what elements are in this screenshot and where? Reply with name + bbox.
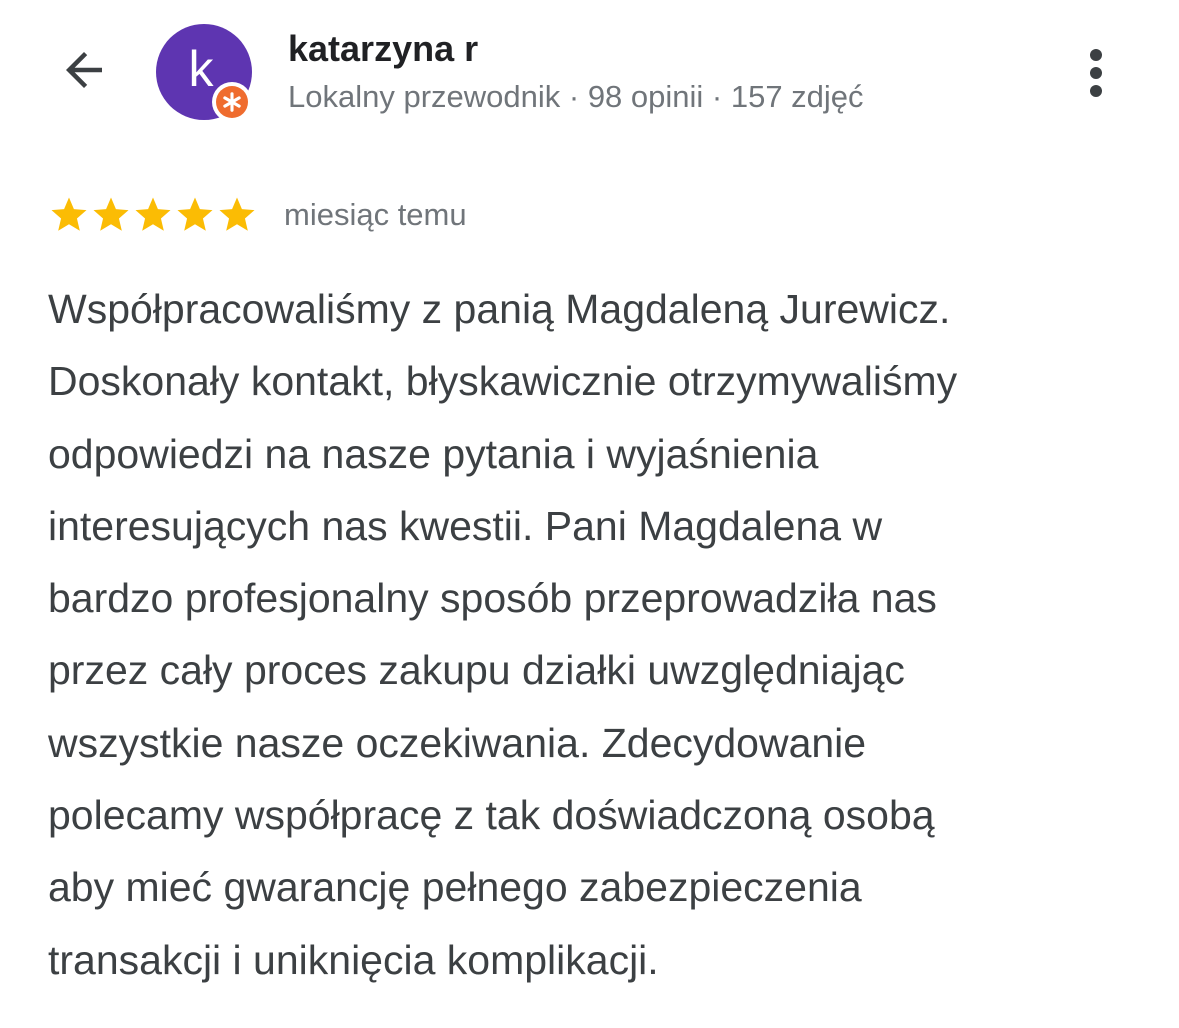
- star-icon: [177, 197, 213, 231]
- star-icon: [219, 197, 255, 231]
- more-vert-icon: [1090, 49, 1102, 97]
- more-options-button[interactable]: [1066, 40, 1126, 106]
- review-text: Współpracowaliśmy z panią Magdaleną Jure…: [48, 273, 1158, 996]
- rating-row: miesiąc temu: [48, 190, 467, 240]
- review-text-line: wszystkie nasze oczekiwania. Zdecydowani…: [48, 719, 867, 766]
- star-rating: [48, 194, 258, 236]
- review-text-line: interesujących nas kwestii. Pani Magdale…: [48, 502, 883, 549]
- review-date: miesiąc temu: [284, 197, 467, 232]
- review-text-line: odpowiedzi na nasze pytania i wyjaśnieni…: [48, 430, 819, 477]
- star-icon: [93, 197, 129, 231]
- avatar-letter: k: [188, 41, 214, 97]
- local-guide-star-icon: [223, 92, 241, 112]
- review-header: k katarzyna r Lokalny przewodnik · 98 op…: [0, 0, 1179, 150]
- local-guide-badge: [212, 82, 252, 122]
- review-text-line: Współpracowaliśmy z panią Magdaleną Jure…: [48, 286, 951, 332]
- back-button[interactable]: [52, 38, 116, 102]
- review-text-line: bardzo profesjonalny sposób przeprowadzi…: [48, 575, 937, 622]
- arrow-left-icon: [66, 52, 102, 88]
- user-name[interactable]: katarzyna r: [288, 28, 478, 70]
- star-icon: [51, 197, 87, 231]
- review-text-line: Doskonały kontakt, błyskawicznie otrzymy…: [48, 358, 958, 405]
- star-icon: [135, 197, 171, 231]
- review-text-line: polecamy współpracę z tak doświadczoną o…: [48, 792, 935, 839]
- review-text-line: aby mieć gwarancję pełnego zabezpieczeni…: [48, 864, 862, 911]
- review-text-line: transakcji i uniknięcia komplikacji.: [48, 936, 659, 983]
- user-meta: Lokalny przewodnik · 98 opinii · 157 zdj…: [288, 79, 864, 114]
- review-text-line: przez cały proces zakupu działki uwzględ…: [48, 647, 905, 694]
